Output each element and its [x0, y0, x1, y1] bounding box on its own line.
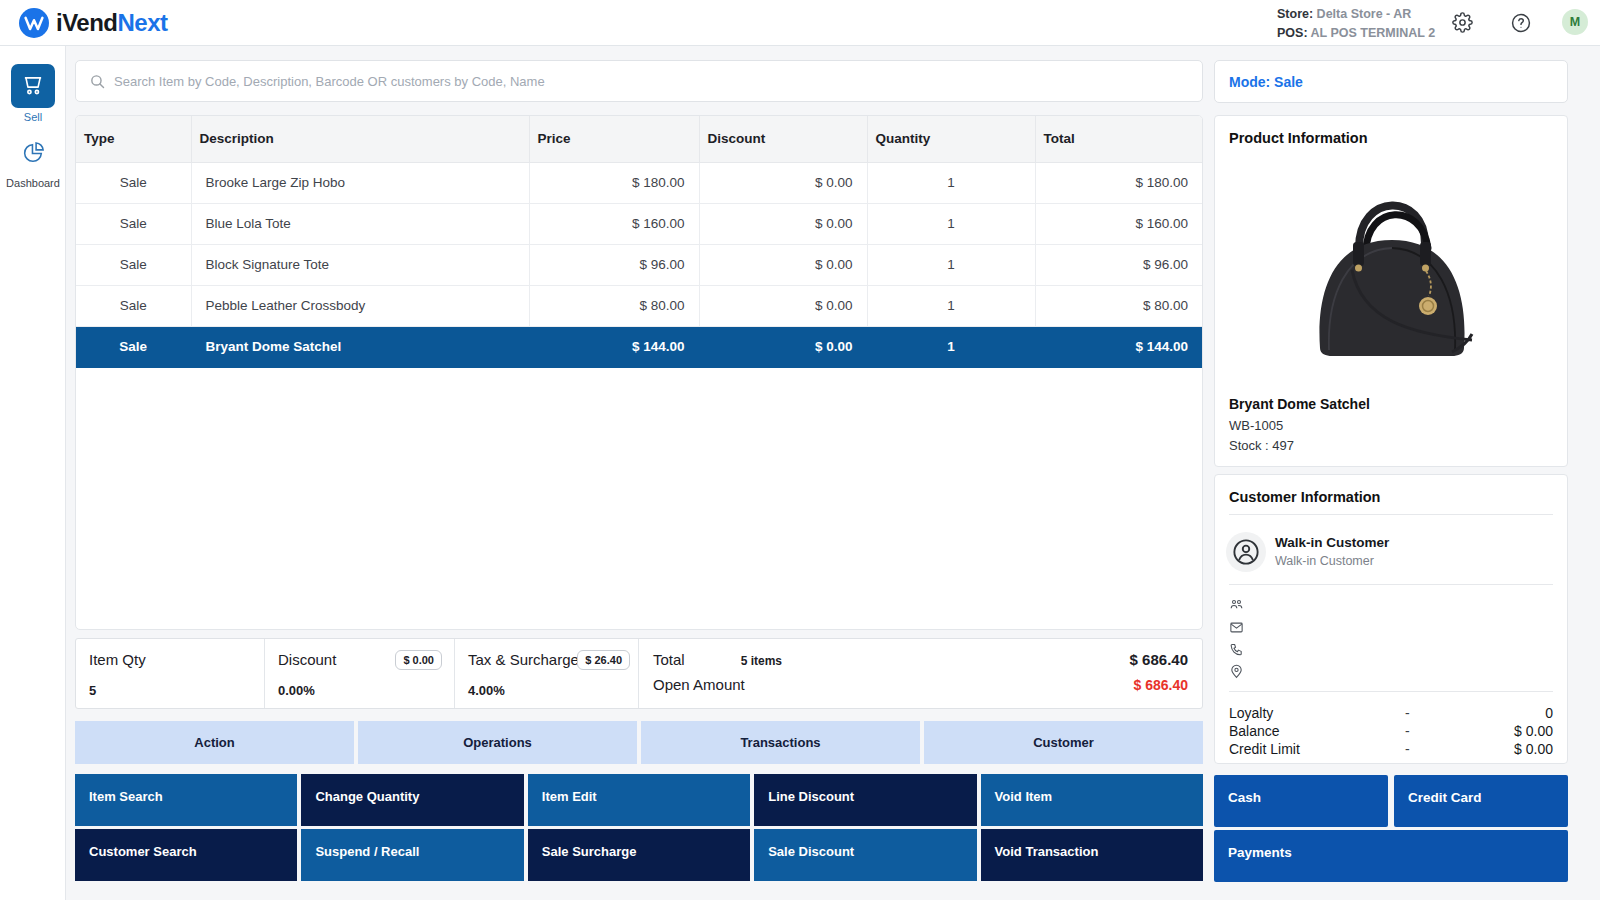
sidebar: Sell Dashboard: [0, 46, 66, 900]
brand-logo: iVendNext: [19, 8, 168, 38]
store-value: Delta Store - AR: [1317, 7, 1412, 21]
table-row[interactable]: Sale Blue Lola Tote $ 160.00 $ 0.00 1 $ …: [76, 203, 1202, 244]
credit-limit-row: Credit Limit - $ 0.00: [1229, 741, 1553, 759]
void-transaction-button[interactable]: Void Transaction: [981, 829, 1203, 881]
col-header-description: Description: [191, 116, 529, 162]
tax-percent: 4.00%: [468, 683, 505, 698]
tab-operations[interactable]: Operations: [358, 721, 637, 764]
mode-label: Mode: Sale: [1229, 74, 1303, 90]
item-qty-value: 5: [89, 683, 96, 698]
credit-card-button[interactable]: Credit Card: [1394, 775, 1568, 827]
product-information-card: Product Information Bryant Dome Satchel …: [1214, 115, 1568, 467]
group-icon: [1229, 597, 1244, 616]
suspend-recall-button[interactable]: Suspend / Recall: [301, 829, 523, 881]
cart-items-table: Type Description Price Discount Quantity…: [75, 115, 1203, 630]
discount-percent: 0.00%: [278, 683, 315, 698]
cart-icon: [20, 73, 46, 99]
customer-subtitle: Walk-in Customer: [1275, 554, 1374, 568]
sidebar-item-sell-label: Sell: [0, 111, 66, 123]
totals-summary-bar: Item Qty 5 Discount $ 0.00 0.00% Tax & S…: [75, 638, 1203, 709]
balance-label: Balance: [1229, 723, 1280, 739]
col-header-quantity: Quantity: [867, 116, 1035, 162]
loyalty-label: Loyalty: [1229, 705, 1273, 721]
customer-search-button[interactable]: Customer Search: [75, 829, 297, 881]
summary-tax: Tax & Surcharge $ 26.40 4.00%: [455, 639, 639, 708]
search-placeholder: Search Item by Code, Description, Barcod…: [114, 74, 545, 89]
store-label: Store:: [1277, 7, 1313, 21]
user-avatar[interactable]: M: [1562, 9, 1588, 35]
action-buttons-grid: Item Search Change Quantity Item Edit Li…: [75, 774, 1203, 881]
table-row[interactable]: Sale Brooke Large Zip Hobo $ 180.00 $ 0.…: [76, 162, 1202, 203]
col-header-discount: Discount: [699, 116, 867, 162]
help-icon[interactable]: [1510, 12, 1532, 38]
open-amount-label: Open Amount: [653, 676, 745, 693]
tab-customer[interactable]: Customer: [924, 721, 1203, 764]
void-item-button[interactable]: Void Item: [981, 774, 1203, 826]
col-header-price: Price: [529, 116, 699, 162]
balance-row: Balance - $ 0.00: [1229, 723, 1553, 741]
total-value: $ 686.40: [1130, 651, 1188, 668]
discount-amount-badge: $ 0.00: [395, 650, 442, 670]
loyalty-row: Loyalty - 0: [1229, 705, 1553, 723]
sale-discount-button[interactable]: Sale Discount: [754, 829, 976, 881]
item-qty-label: Item Qty: [89, 651, 146, 668]
pos-value: AL POS TERMINAL 2: [1311, 26, 1436, 40]
credit-limit-value: $ 0.00: [1514, 741, 1553, 757]
item-search-button[interactable]: Item Search: [75, 774, 297, 826]
change-quantity-button[interactable]: Change Quantity: [301, 774, 523, 826]
customer-name: Walk-in Customer: [1275, 535, 1389, 550]
mode-indicator: Mode: Sale: [1214, 60, 1568, 103]
pos-label: POS:: [1277, 26, 1308, 40]
mail-icon: [1229, 620, 1244, 639]
total-items-count: 5 items: [741, 654, 782, 668]
tax-amount-badge: $ 26.40: [577, 650, 630, 670]
table-header-row: Type Description Price Discount Quantity…: [76, 116, 1202, 162]
product-info-title: Product Information: [1229, 130, 1368, 146]
product-image: [1302, 182, 1482, 362]
loyalty-value: 0: [1545, 705, 1553, 721]
line-discount-button[interactable]: Line Discount: [754, 774, 976, 826]
product-stock: Stock : 497: [1229, 438, 1294, 453]
settings-gear-icon[interactable]: [1452, 12, 1473, 37]
tab-action[interactable]: Action: [75, 721, 354, 764]
table-row-selected[interactable]: Sale Bryant Dome Satchel $ 144.00 $ 0.00…: [76, 326, 1202, 367]
table-row[interactable]: Sale Pebble Leather Crossbody $ 80.00 $ …: [76, 285, 1202, 326]
credit-limit-label: Credit Limit: [1229, 741, 1300, 757]
summary-item-qty: Item Qty 5: [76, 639, 265, 708]
item-edit-button[interactable]: Item Edit: [528, 774, 750, 826]
phone-icon: [1229, 642, 1244, 661]
brand-name: iVendNext: [56, 9, 168, 37]
tax-label: Tax & Surcharge: [468, 651, 579, 668]
balance-value: $ 0.00: [1514, 723, 1553, 739]
total-label: Total: [653, 651, 685, 668]
open-amount-value: $ 686.40: [1134, 677, 1189, 693]
customer-avatar-icon: [1226, 532, 1266, 572]
table-row[interactable]: Sale Block Signature Tote $ 96.00 $ 0.00…: [76, 244, 1202, 285]
customer-information-card: Customer Information Walk-in Customer Wa…: [1214, 474, 1568, 764]
app-header: iVendNext Store: Delta Store - AR POS: A…: [0, 0, 1600, 46]
discount-label: Discount: [278, 651, 336, 668]
col-header-total: Total: [1035, 116, 1202, 162]
sidebar-item-dashboard-label[interactable]: Dashboard: [0, 177, 66, 189]
payments-button[interactable]: Payments: [1214, 830, 1568, 882]
col-header-type: Type: [76, 116, 191, 162]
search-icon: [89, 73, 106, 90]
sale-surcharge-button[interactable]: Sale Surcharge: [528, 829, 750, 881]
sidebar-item-sell[interactable]: [11, 64, 55, 108]
location-icon: [1229, 664, 1244, 683]
cash-button[interactable]: Cash: [1214, 775, 1388, 827]
item-search-bar[interactable]: Search Item by Code, Description, Barcod…: [75, 60, 1203, 102]
summary-total: Total 5 items $ 686.40 Open Amount $ 686…: [639, 639, 1202, 708]
product-name: Bryant Dome Satchel: [1229, 396, 1370, 412]
brand-logo-icon: [19, 8, 49, 38]
tab-transactions[interactable]: Transactions: [641, 721, 920, 764]
product-code: WB-1005: [1229, 418, 1283, 433]
customer-info-title: Customer Information: [1229, 489, 1380, 505]
summary-discount: Discount $ 0.00 0.00%: [265, 639, 455, 708]
store-pos-info: Store: Delta Store - AR POS: AL POS TERM…: [1277, 5, 1435, 43]
pie-chart-icon[interactable]: [21, 140, 46, 169]
action-tabs: Action Operations Transactions Customer: [75, 721, 1203, 764]
